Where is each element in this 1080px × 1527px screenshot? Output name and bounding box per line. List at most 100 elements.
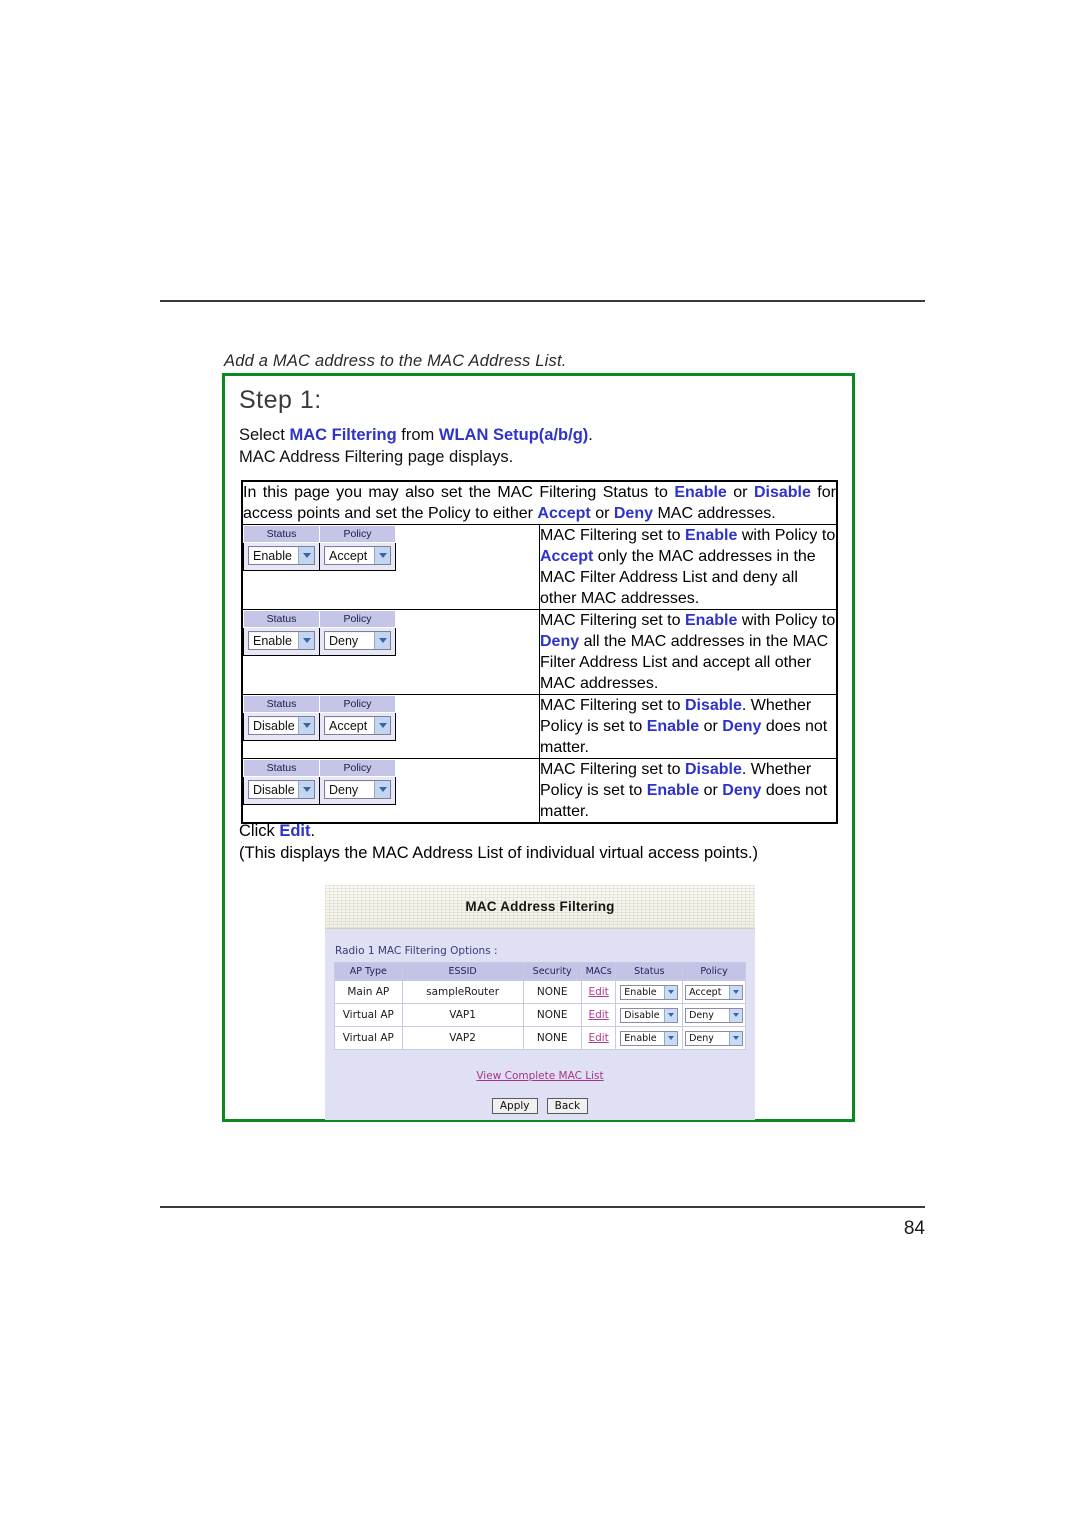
widget-status-cell: Disable xyxy=(243,776,320,805)
chevron-down-icon[interactable] xyxy=(729,1031,743,1045)
policy-select-value: Deny xyxy=(329,782,359,797)
desc-p1: MAC Filtering set to xyxy=(540,612,685,629)
edit-link[interactable]: Edit xyxy=(588,1009,608,1021)
row-policy-select[interactable]: Deny xyxy=(685,1007,744,1023)
explanation-row: Status Policy Disable xyxy=(241,758,838,824)
cell-ap-type: Virtual AP xyxy=(335,1027,402,1049)
chevron-down-icon[interactable] xyxy=(729,1008,743,1022)
mac-filtering-link[interactable]: MAC Filtering xyxy=(289,426,396,444)
edit-link[interactable]: Edit xyxy=(279,822,310,840)
table-row: Main AP sampleRouter NONE Edit Enable Ac… xyxy=(335,981,745,1003)
desc-p1: MAC Filtering set to xyxy=(540,697,685,714)
wlan-setup-link[interactable]: WLAN Setup(a/b/g) xyxy=(439,426,588,444)
explanation-intro-row: In this page you may also set the MAC Fi… xyxy=(241,480,838,525)
intro-hl-disable: Disable xyxy=(753,484,811,501)
widget-policy-header: Policy xyxy=(319,525,396,543)
click-edit-instruction: Click Edit. xyxy=(239,820,315,842)
apply-button[interactable]: Apply xyxy=(491,1098,538,1114)
cell-policy: Accept xyxy=(683,981,745,1003)
cell-essid: VAP2 xyxy=(402,1027,523,1049)
ap-filtering-table: AP Type ESSID Security MACs Status Polic… xyxy=(334,962,746,1050)
chevron-down-icon[interactable] xyxy=(374,632,390,649)
intro-hl-accept: Accept xyxy=(537,505,591,522)
row-status-value: Disable xyxy=(624,1009,660,1021)
chevron-down-icon[interactable] xyxy=(374,781,390,798)
chevron-down-icon[interactable] xyxy=(664,1031,678,1045)
row-status-select[interactable]: Disable xyxy=(620,1007,679,1023)
intro-p4: or xyxy=(590,505,614,522)
intro-p2: or xyxy=(726,484,754,501)
column-header-macs: MACs xyxy=(581,963,616,980)
page-number: 84 xyxy=(903,1218,925,1239)
step-title: Step 1: xyxy=(239,386,322,414)
row-policy-select[interactable]: Deny xyxy=(685,1030,744,1046)
desc-hl2: Accept xyxy=(540,548,594,565)
select-instruction: Select MAC Filtering from WLAN Setup(a/b… xyxy=(239,424,593,446)
widget-status-cell: Disable xyxy=(243,712,320,741)
chevron-down-icon[interactable] xyxy=(298,547,314,564)
widget-status-cell: Enable xyxy=(243,627,320,656)
explanation-row: Status Policy Enable xyxy=(241,609,838,695)
cell-security: NONE xyxy=(523,981,581,1003)
widget-policy-header: Policy xyxy=(319,759,396,777)
widget-policy-cell: Accept xyxy=(319,712,396,741)
chevron-down-icon[interactable] xyxy=(298,781,314,798)
cell-status: Enable xyxy=(616,1027,683,1049)
back-button[interactable]: Back xyxy=(546,1098,589,1114)
desc-p2: with Policy to xyxy=(737,612,836,629)
desc-hl2: Deny xyxy=(540,633,580,650)
desc-p3: all the MAC addresses in the MAC Filter … xyxy=(540,633,829,692)
edit-link[interactable]: Edit xyxy=(588,1032,608,1044)
policy-select[interactable]: Accept xyxy=(324,716,391,735)
chevron-down-icon[interactable] xyxy=(298,717,314,734)
widget-policy-cell: Deny xyxy=(319,627,396,656)
cell-security: NONE xyxy=(523,1004,581,1026)
status-select[interactable]: Disable xyxy=(248,716,315,735)
screenshot-title: MAC Address Filtering xyxy=(465,899,615,914)
desc-p2: with Policy to xyxy=(737,527,836,544)
status-policy-widget-cell: Status Policy Disable xyxy=(241,758,540,824)
row-policy-select[interactable]: Accept xyxy=(685,984,744,1000)
column-header-security: Security xyxy=(523,963,581,980)
desc-hl3: Deny xyxy=(722,718,762,735)
cell-policy: Deny xyxy=(683,1004,745,1026)
edit-link[interactable]: Edit xyxy=(588,986,608,998)
cell-macs: Edit xyxy=(581,981,616,1003)
status-select[interactable]: Disable xyxy=(248,780,315,799)
policy-select[interactable]: Deny xyxy=(324,780,391,799)
row-status-select[interactable]: Enable xyxy=(620,1030,679,1046)
desc-hl2: Enable xyxy=(646,718,700,735)
explanation-description: MAC Filtering set to Disable. Whether Po… xyxy=(539,694,838,759)
column-header-policy: Policy xyxy=(683,963,745,980)
status-select[interactable]: Enable xyxy=(248,546,315,565)
chevron-down-icon[interactable] xyxy=(298,632,314,649)
ap-table-header-row: AP Type ESSID Security MACs Status Polic… xyxy=(335,963,745,980)
status-select-value: Enable xyxy=(253,633,292,648)
status-select[interactable]: Enable xyxy=(248,631,315,650)
policy-select[interactable]: Deny xyxy=(324,631,391,650)
chevron-down-icon[interactable] xyxy=(374,717,390,734)
status-policy-widget: Status Policy Disable xyxy=(243,695,396,741)
policy-select[interactable]: Accept xyxy=(324,546,391,565)
status-select-value: Enable xyxy=(253,548,292,563)
row-status-value: Enable xyxy=(624,1032,657,1044)
explanation-intro-cell: In this page you may also set the MAC Fi… xyxy=(241,480,838,525)
column-header-ap-type: AP Type xyxy=(335,963,402,980)
chevron-down-icon[interactable] xyxy=(664,985,678,999)
desc-hl1: Enable xyxy=(684,612,738,629)
widget-status-header: Status xyxy=(243,610,320,628)
desc-hl1: Disable xyxy=(684,761,742,778)
row-policy-value: Deny xyxy=(689,1009,714,1021)
radio-options-label: Radio 1 MAC Filtering Options : xyxy=(335,945,498,957)
section-caption: Add a MAC address to the MAC Address Lis… xyxy=(224,352,567,370)
chevron-down-icon[interactable] xyxy=(664,1008,678,1022)
intro-hl-enable: Enable xyxy=(674,484,727,501)
chevron-down-icon[interactable] xyxy=(374,547,390,564)
status-select-value: Disable xyxy=(253,718,295,733)
row-status-select[interactable]: Enable xyxy=(620,984,679,1000)
view-complete-mac-list-link[interactable]: View Complete MAC List xyxy=(476,1070,603,1082)
cell-macs: Edit xyxy=(581,1027,616,1049)
status-select-value: Disable xyxy=(253,782,295,797)
widget-status-header: Status xyxy=(243,695,320,713)
chevron-down-icon[interactable] xyxy=(729,985,743,999)
